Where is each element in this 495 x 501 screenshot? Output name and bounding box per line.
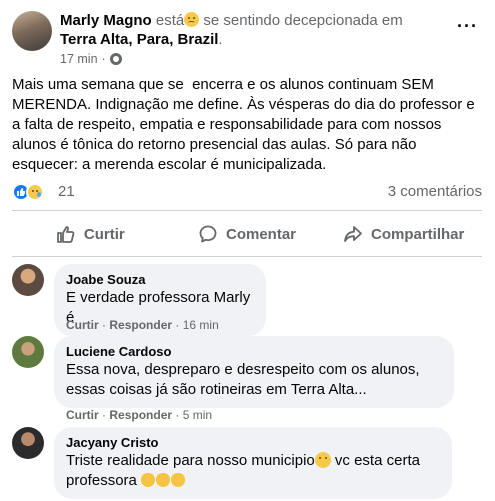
comment-actions-sep: · [175,318,180,332]
post-timestamp[interactable]: 17 min [60,52,98,66]
comment-button[interactable]: Comentar [169,216,326,252]
author-name[interactable]: Marly Magno [60,12,152,29]
clapping-hands-icon [171,473,186,487]
divider-top [12,210,482,211]
like-button[interactable]: Curtir [12,216,169,252]
author-avatar[interactable] [12,11,52,51]
post-header: Marly Magno está se sentindo decepcionad… [12,11,488,67]
comment-text-line: professora [66,471,440,491]
commenter-name[interactable]: Joabe Souza [66,272,254,288]
commenter-name[interactable]: Jacyany Cristo [66,435,440,451]
post-text: Mais uma semana que se encerra e os alun… [12,76,479,173]
comment-count[interactable]: 3 comentários [388,183,482,200]
post-header-line2: Terra Alta, Para, Brazil. [60,30,448,49]
comment-item: Jacyany Cristo Triste realidade para nos… [12,427,482,501]
comment-text-line: Triste realidade para nosso municipio vc… [66,451,440,471]
feeling-text: se sentindo decepcionada em [203,12,403,29]
post-header-lines: Marly Magno está se sentindo decepcionad… [60,11,448,66]
sad-icon [26,183,44,201]
comment-reply-link[interactable]: Responder [109,408,172,422]
location-suffix: . [218,31,223,48]
share-button[interactable]: Compartilhar [325,216,482,252]
comment-actions: Curtir · Responder · 16 min [66,318,219,332]
commenter-avatar[interactable] [12,264,44,296]
reaction-icons[interactable] [12,182,52,202]
share-label: Compartilhar [371,225,465,243]
comment-actions-sep: · [175,408,180,422]
comment-actions-sep: · [102,408,107,422]
comment-label: Comentar [226,225,297,243]
divider-bottom [12,256,482,257]
comment-item: Luciene Cardoso Essa nova, despreparo e … [12,336,482,422]
comment-text-part: professora [66,472,142,489]
comment-item: Joabe Souza E verdade professora Marly é… [12,264,482,336]
feeling-prefix: está [155,12,185,29]
reaction-count[interactable]: 21 [58,183,75,200]
comment-text-line: Essa nova, despreparo e desrespeito com … [66,361,420,378]
disappointed-face-icon [314,452,331,468]
action-bar: Curtir Comentar Compartilhar [12,216,482,252]
clapping-hands-icon [156,473,171,487]
comment-time[interactable]: 16 min [183,318,219,332]
meta-separator: · [101,52,106,66]
share-arrow-icon [344,226,362,242]
commenter-name[interactable]: Luciene Cardoso [66,344,442,360]
reactions-row: 21 3 comentários [12,182,482,202]
location-link[interactable]: Terra Alta, Para, Brazil [60,31,218,48]
globe-icon [109,53,122,65]
comment-like-link[interactable]: Curtir [66,408,99,422]
comment-like-link[interactable]: Curtir [66,318,99,332]
commenter-avatar[interactable] [12,336,44,368]
comment-reply-link[interactable]: Responder [109,318,172,332]
comment-text-line: essas coisas já são rotineiras em Terra … [66,381,367,398]
comment-time[interactable]: 5 min [183,408,212,422]
comment-text-part: vc esta certa [330,452,420,469]
comment-text-part: Triste realidade para nosso municipio [66,452,315,469]
thumbs-up-icon [57,226,75,243]
comment-bubble-icon [199,225,217,243]
more-options-button[interactable]: ··· [457,17,478,35]
post-meta: 17 min · [60,52,448,66]
commenter-avatar[interactable] [12,427,44,459]
comment-actions: Curtir · Responder · 5 min [66,408,212,422]
comment-bubble: Jacyany Cristo Triste realidade para nos… [54,427,452,499]
disappointed-face-icon [184,12,200,27]
comment-actions-sep: · [102,318,107,332]
comment-bubble: Luciene Cardoso Essa nova, despreparo e … [54,336,454,408]
clapping-hands-icon [141,473,156,487]
post-header-line1: Marly Magno está se sentindo decepcionad… [60,11,448,30]
like-label: Curtir [83,225,125,243]
